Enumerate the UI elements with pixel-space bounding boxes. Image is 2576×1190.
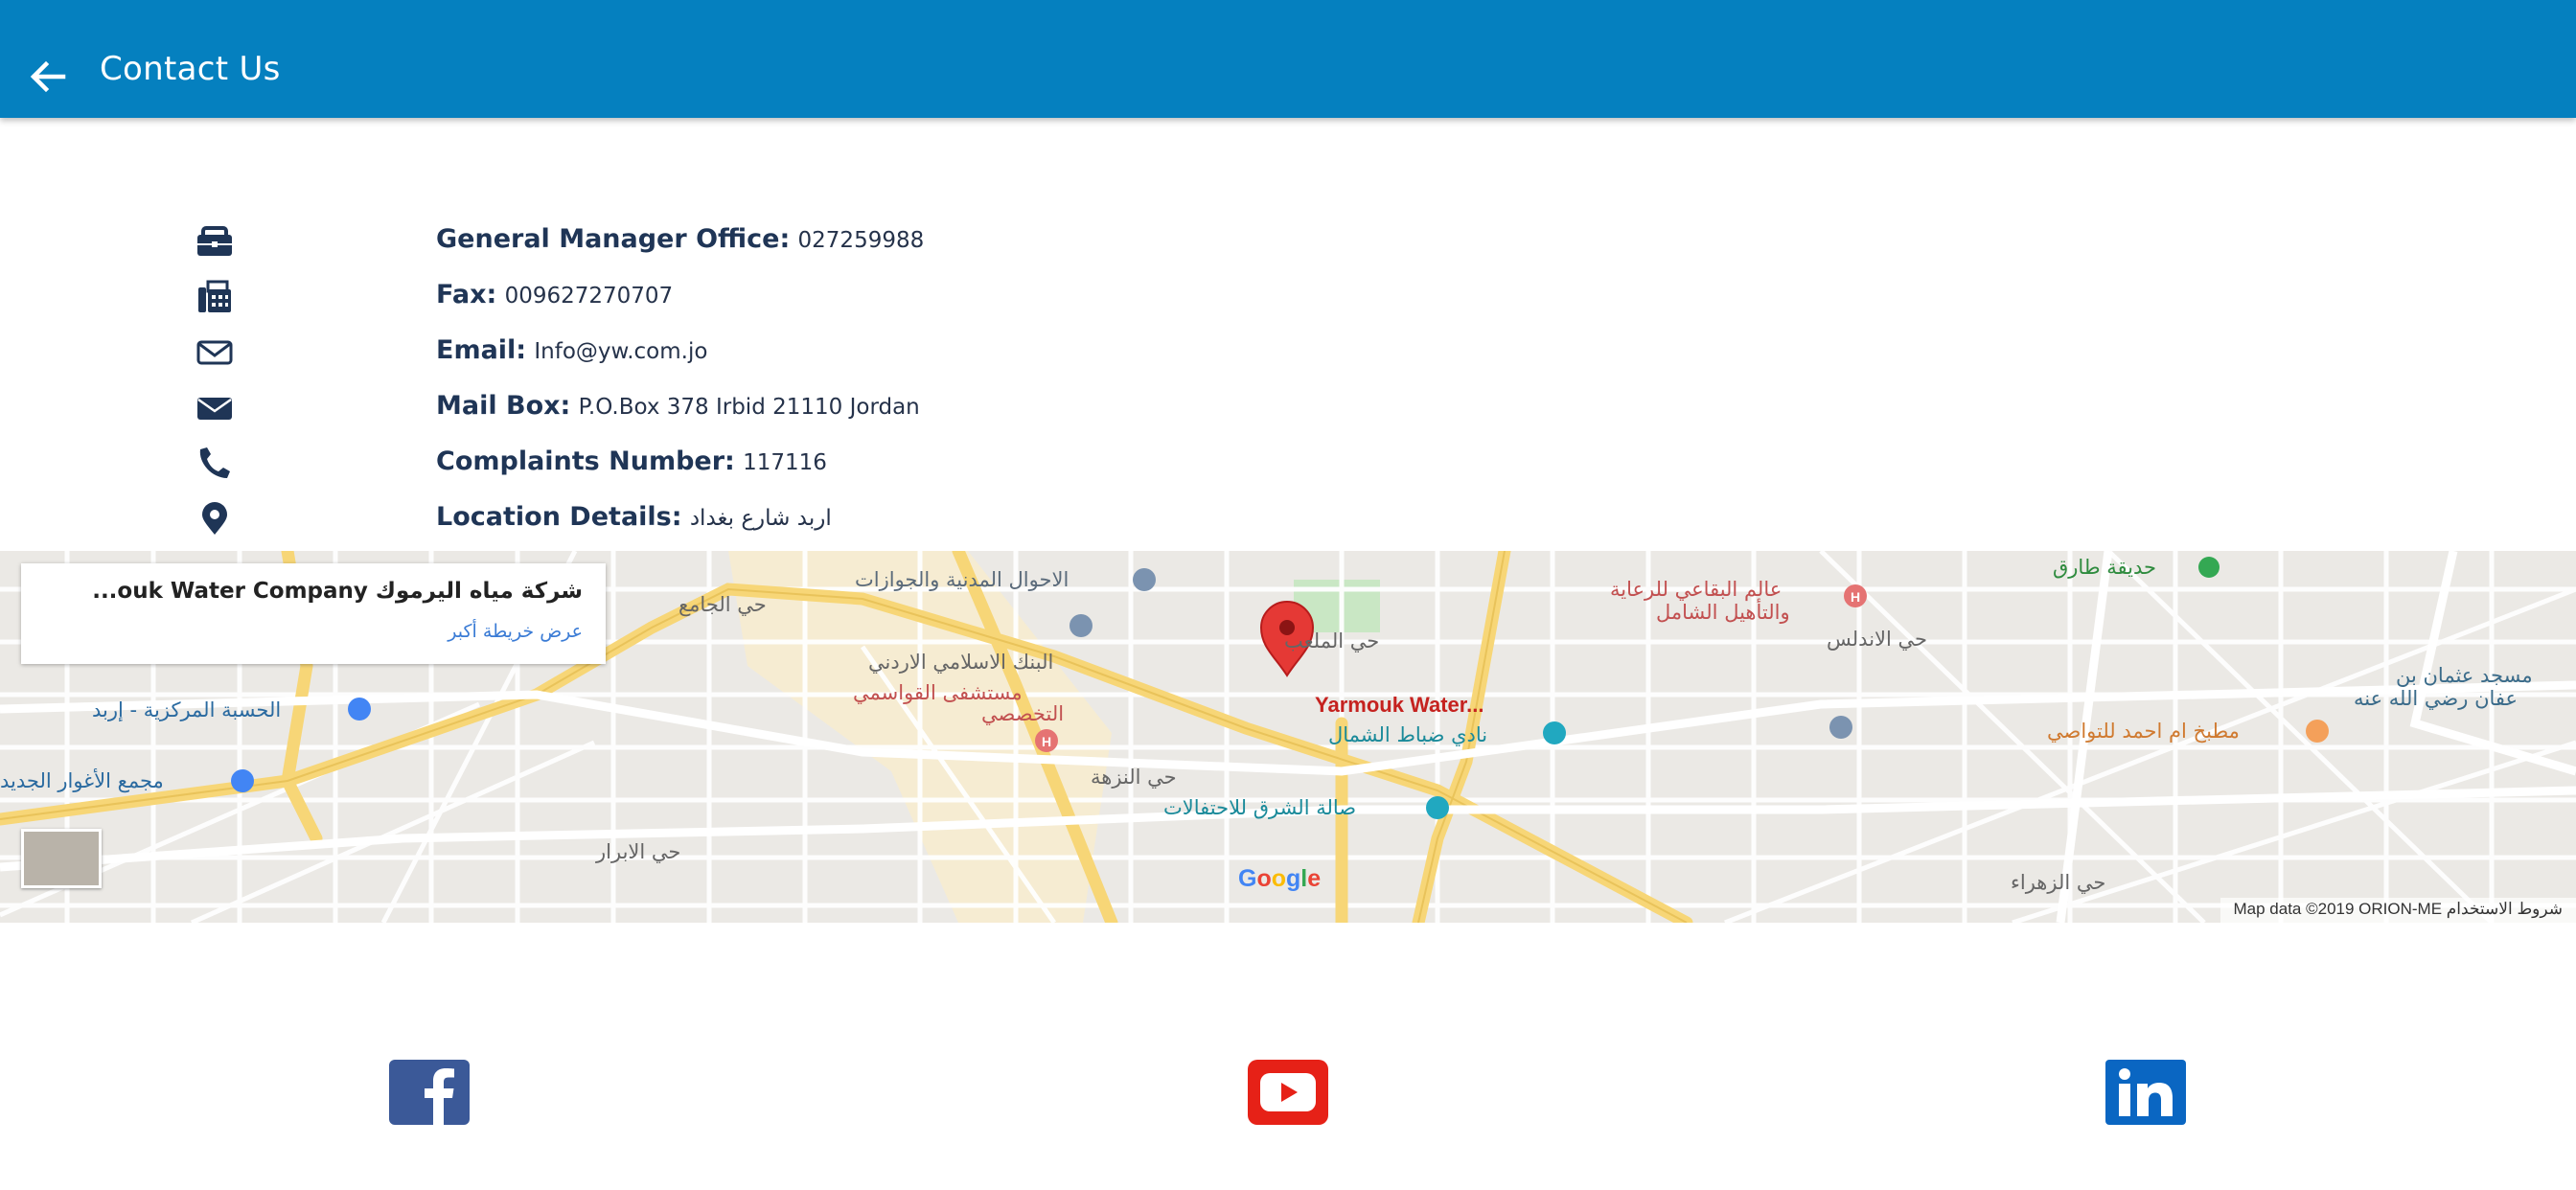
map-place-label: حي الزهراء bbox=[2011, 871, 2106, 894]
envelope-solid-icon bbox=[197, 398, 232, 420]
map-card-title: شركة مياه اليرموك ouk Water Company... bbox=[92, 579, 583, 604]
phone-icon bbox=[199, 447, 230, 478]
map-place-label: مستشفى القواسمي bbox=[853, 681, 1023, 704]
map-pin-icon bbox=[202, 502, 227, 535]
location-label: Location Details: bbox=[436, 502, 682, 532]
office-value: 027259988 bbox=[797, 228, 925, 253]
map-place-label: الحسبة المركزية - إربد bbox=[92, 698, 282, 721]
envelope-outline-icon bbox=[196, 340, 233, 365]
social-links bbox=[0, 1054, 2576, 1131]
fax-label: Fax: bbox=[436, 280, 497, 309]
contact-row-fax[interactable]: Fax: 009627270707 bbox=[0, 272, 1342, 320]
embedded-map[interactable]: H H حديقة طارق عالم البقاعي للرعاية والت… bbox=[0, 551, 2576, 923]
facebook-icon[interactable] bbox=[389, 1060, 470, 1125]
map-place-label: حديقة طارق bbox=[2053, 556, 2156, 579]
map-place-label: حي الابرار bbox=[596, 840, 681, 863]
satellite-toggle[interactable] bbox=[21, 829, 102, 888]
map-place-label: مسجد عثمان بن bbox=[2396, 664, 2533, 687]
svg-text:H: H bbox=[1042, 734, 1051, 749]
email-value: Info@yw.com.jo bbox=[534, 339, 708, 364]
map-marker-label[interactable]: Yarmouk Water... bbox=[1315, 693, 1484, 718]
map-info-card: شركة مياه اليرموك ouk Water Company... ع… bbox=[21, 563, 606, 664]
fax-value: 009627270707 bbox=[504, 284, 674, 309]
map-place-label: البنك الاسلامي الاردني bbox=[868, 651, 1054, 674]
map-place-label: حي الملعب bbox=[1284, 629, 1380, 652]
youtube-icon[interactable] bbox=[1248, 1060, 1328, 1125]
map-place-label: صالة الشرق للاحتفالات bbox=[1163, 796, 1357, 819]
contact-row-location[interactable]: Location Details: اربد شارع بغداد bbox=[0, 494, 1342, 542]
map-place-label: التخصصي bbox=[981, 702, 1065, 725]
mailbox-value: P.O.Box 378 Irbid 21110 Jordan bbox=[578, 395, 920, 420]
map-place-label: حي النزهة bbox=[1091, 766, 1177, 789]
contact-row-email[interactable]: Email: Info@yw.com.jo bbox=[0, 328, 1342, 376]
complaints-value: 117116 bbox=[743, 450, 827, 475]
complaints-label: Complaints Number: bbox=[436, 446, 735, 476]
mailbox-label: Mail Box: bbox=[436, 391, 571, 421]
email-label: Email: bbox=[436, 335, 527, 365]
map-place-label: حي الجامع bbox=[678, 593, 767, 616]
linkedin-icon[interactable] bbox=[2105, 1060, 2186, 1125]
map-place-label: حي الاندلس bbox=[1827, 628, 1928, 651]
map-place-label: والتأهيل الشامل bbox=[1656, 601, 1790, 624]
app-header: Contact Us bbox=[0, 0, 2576, 118]
map-place-label: عفان رضي الله عنه bbox=[2354, 687, 2518, 710]
briefcase-icon bbox=[197, 226, 232, 256]
map-place-label: مطبخ ام احمد للتواصي bbox=[2047, 720, 2240, 743]
contact-row-mailbox[interactable]: Mail Box: P.O.Box 378 Irbid 21110 Jordan bbox=[0, 383, 1342, 431]
svg-text:H: H bbox=[1851, 589, 1860, 605]
map-place-label: الاحوال المدنية والجوازات bbox=[855, 568, 1070, 591]
contact-row-complaints[interactable]: Complaints Number: 117116 bbox=[0, 439, 1342, 487]
map-attribution[interactable]: Map data ©2019 ORION-ME شروط الاستخدام bbox=[2220, 898, 2576, 923]
office-label: General Manager Office: bbox=[436, 224, 791, 254]
view-larger-map-link[interactable]: عرض خريطة أكبر bbox=[448, 621, 583, 642]
google-logo: Google bbox=[1238, 865, 1322, 892]
location-value: اربد شارع بغداد bbox=[689, 506, 832, 531]
fax-icon bbox=[198, 280, 231, 312]
arrow-left-icon[interactable] bbox=[25, 54, 71, 100]
contact-row-office[interactable]: General Manager Office: 027259988 bbox=[0, 217, 1342, 264]
page-title: Contact Us bbox=[100, 50, 281, 88]
map-place-label: نادي ضباط الشمال bbox=[1328, 723, 1488, 746]
map-place-label: مجمع الأغوار الجديد bbox=[0, 769, 164, 792]
map-place-label: عالم البقاعي للرعاية bbox=[1610, 578, 1782, 601]
